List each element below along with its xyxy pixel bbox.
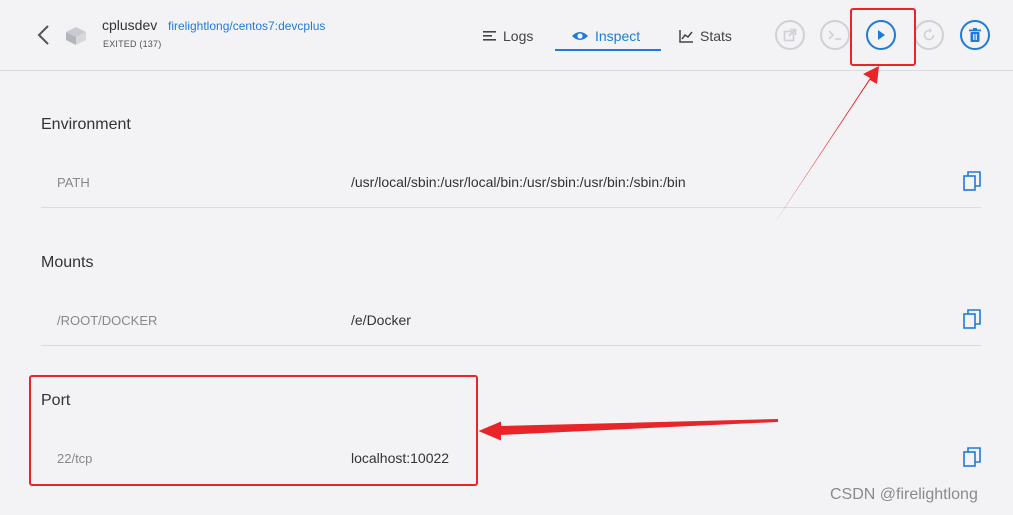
tab-inspect[interactable]: Inspect (571, 24, 640, 48)
env-key: PATH (57, 175, 90, 190)
tab-stats[interactable]: Stats (679, 24, 732, 48)
row-divider (41, 207, 981, 208)
copy-icon[interactable] (963, 171, 981, 191)
copy-icon[interactable] (963, 447, 981, 467)
annotation-arrows (478, 66, 879, 441)
tab-stats-label: Stats (700, 28, 732, 44)
lines-icon (483, 31, 496, 41)
container-cube-icon (66, 27, 86, 45)
port-key: 22/tcp (57, 451, 93, 466)
active-tab-indicator (555, 49, 661, 51)
section-title-mounts: Mounts (41, 254, 94, 271)
arrow-to-port-icon (478, 418, 778, 441)
container-name: cplusdev (102, 17, 158, 33)
start-button[interactable] (866, 20, 896, 50)
image-link[interactable]: firelightlong/centos7:devcplus (168, 19, 325, 33)
play-icon (878, 30, 885, 40)
back-chevron-icon[interactable] (34, 23, 54, 47)
container-status: EXITED (137) (103, 39, 162, 49)
restart-icon (923, 28, 935, 41)
port-value: localhost:10022 (351, 450, 450, 466)
delete-button[interactable] (960, 20, 990, 50)
env-value: /usr/local/sbin:/usr/local/bin:/usr/sbin… (351, 174, 686, 190)
external-link-icon (783, 28, 797, 42)
section-title-environment: Environment (41, 116, 131, 133)
container-header: cplusdev firelightlong/centos7:devcplus … (0, 0, 1013, 71)
terminal-icon (828, 30, 841, 40)
chart-line-icon (679, 30, 693, 43)
watermark: CSDN @firelightlong (830, 486, 978, 503)
section-title-port: Port (41, 392, 71, 409)
eye-icon (572, 32, 588, 40)
restart-button[interactable] (914, 20, 944, 50)
tab-logs-label: Logs (503, 28, 534, 44)
trash-icon (969, 28, 981, 42)
tab-logs[interactable]: Logs (483, 24, 533, 48)
mount-value: /e/Docker (351, 312, 411, 328)
copy-icon[interactable] (963, 309, 981, 329)
tab-inspect-label: Inspect (595, 28, 641, 44)
exec-terminal-button[interactable] (820, 20, 850, 50)
open-browser-button[interactable] (775, 20, 805, 50)
mount-key: /ROOT/DOCKER (57, 313, 158, 328)
annotation-box-port (29, 375, 478, 486)
arrow-to-start-icon (772, 66, 879, 227)
row-divider (41, 345, 981, 346)
